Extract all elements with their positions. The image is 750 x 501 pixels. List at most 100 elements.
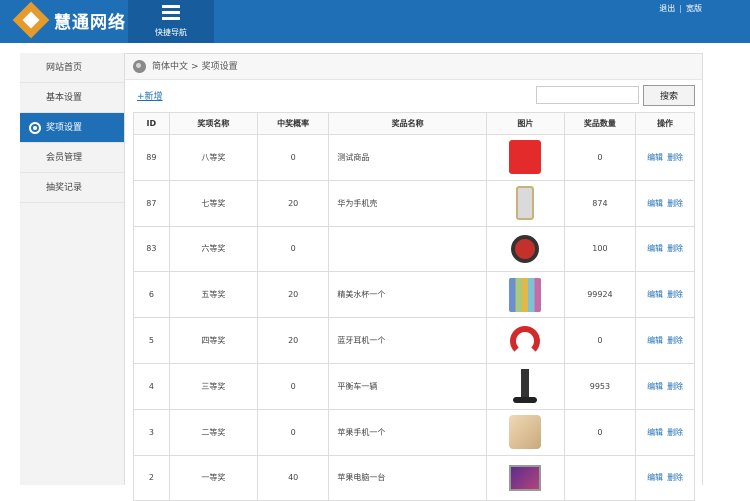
- edit-link[interactable]: 编辑: [647, 336, 663, 345]
- add-new-link[interactable]: +新增: [137, 89, 163, 102]
- edit-link[interactable]: 编辑: [647, 153, 663, 162]
- delete-link[interactable]: 删除: [667, 428, 683, 437]
- sidebar-item-basic-settings[interactable]: 基本设置: [20, 83, 124, 113]
- logo-mark-icon: [12, 1, 50, 39]
- cell-level: 四等奖: [168, 317, 258, 364]
- cell-image: [485, 454, 565, 501]
- cell-image: [485, 317, 565, 364]
- robot-vacuum-image: [511, 234, 540, 263]
- quick-nav-label: 快捷导航: [155, 28, 187, 37]
- prize-table: ID 奖项名称 中奖概率 奖品名称 图片 奖品数量 操作 89 八等奖 0 测试…: [133, 112, 695, 501]
- red-box-image: [509, 140, 542, 175]
- delete-link[interactable]: 删除: [667, 153, 683, 162]
- cell-probability: 20: [256, 179, 330, 227]
- cell-image: [485, 271, 565, 319]
- cell-actions: 编辑 删除: [635, 225, 695, 273]
- cell-image: [485, 225, 565, 273]
- breadcrumb: 简体中文 > 奖项设置: [125, 54, 702, 80]
- logo: 慧通网络: [12, 1, 126, 39]
- table-header-row: ID 奖项名称 中奖概率 奖品名称 图片 奖品数量 操作: [133, 112, 695, 135]
- sidebar-item-member-management[interactable]: 会员管理: [20, 143, 124, 173]
- cell-id: 89: [133, 134, 170, 181]
- cell-id: 87: [133, 179, 170, 227]
- table-row: 87 七等奖 20 华为手机壳 874 编辑 删除: [133, 179, 695, 227]
- cell-probability: 40: [256, 454, 330, 501]
- edit-link[interactable]: 编辑: [647, 244, 663, 253]
- delete-link[interactable]: 删除: [667, 290, 683, 299]
- delete-link[interactable]: 删除: [667, 336, 683, 345]
- sidebar-item-home[interactable]: 网站首页: [20, 53, 124, 83]
- gear-icon: [29, 122, 41, 134]
- cell-quantity: [563, 454, 637, 501]
- cell-prize: 精美水杯一个: [328, 271, 487, 319]
- delete-link[interactable]: 删除: [667, 244, 683, 253]
- cell-prize: 测试商品: [328, 134, 487, 181]
- cell-id: 5: [133, 317, 170, 364]
- cell-id: 6: [133, 271, 170, 319]
- column-header-image: 图片: [485, 112, 565, 135]
- cell-probability: 20: [256, 317, 330, 364]
- cell-id: 4: [133, 362, 170, 410]
- edit-link[interactable]: 编辑: [647, 473, 663, 482]
- brand-name: 慧通网络: [54, 12, 126, 33]
- cell-prize: 华为手机壳: [328, 179, 487, 227]
- top-bar: 慧通网络 快捷导航 退出 | 宽版: [0, 0, 750, 43]
- cell-level: 二等奖: [168, 408, 258, 456]
- column-header-level: 奖项名称: [168, 112, 258, 135]
- cell-quantity: 874: [563, 179, 637, 227]
- cell-level: 六等奖: [168, 225, 258, 273]
- breadcrumb-root[interactable]: 简体中文: [152, 54, 188, 80]
- search-input[interactable]: [536, 86, 639, 104]
- cell-quantity: 0: [563, 134, 637, 181]
- cell-quantity: 100: [563, 225, 637, 273]
- table-row: 4 三等奖 0 平衡车一辆 9953 编辑 删除: [133, 362, 695, 410]
- cell-id: 3: [133, 408, 170, 456]
- iphone-image: [509, 415, 542, 450]
- edit-link[interactable]: 编辑: [647, 199, 663, 208]
- edit-link[interactable]: 编辑: [647, 428, 663, 437]
- cell-image: [485, 134, 565, 181]
- cell-quantity: 0: [563, 317, 637, 364]
- sidebar-item-draw-records[interactable]: 抽奖记录: [20, 173, 124, 203]
- cell-prize: 蓝牙耳机一个: [328, 317, 487, 364]
- cell-prize: 苹果电脑一台: [328, 454, 487, 501]
- phone-case-image: [516, 186, 535, 221]
- cell-image: [485, 362, 565, 410]
- water-cups-image: [509, 277, 542, 312]
- sidebar-item-label: 基本设置: [46, 93, 83, 103]
- quick-nav-button[interactable]: 快捷导航: [128, 0, 214, 43]
- cell-actions: 编辑 删除: [635, 454, 695, 501]
- edit-link[interactable]: 编辑: [647, 382, 663, 391]
- delete-link[interactable]: 删除: [667, 473, 683, 482]
- cell-probability: 0: [256, 225, 330, 273]
- column-header-id: ID: [133, 112, 170, 135]
- cell-actions: 编辑 删除: [635, 271, 695, 319]
- cell-id: 2: [133, 454, 170, 501]
- column-header-quantity: 奖品数量: [563, 112, 637, 135]
- cell-probability: 0: [256, 408, 330, 456]
- menu-icon: [162, 5, 180, 20]
- column-header-actions: 操作: [635, 112, 695, 135]
- top-links: 退出 | 宽版: [659, 3, 702, 14]
- cell-level: 三等奖: [168, 362, 258, 410]
- table-row: 89 八等奖 0 测试商品 0 编辑 删除: [133, 134, 695, 181]
- cell-image: [485, 179, 565, 227]
- cell-prize: 苹果手机一个: [328, 408, 487, 456]
- link-divider: |: [679, 4, 682, 13]
- sidebar-item-label: 抽奖记录: [46, 183, 83, 193]
- logout-link[interactable]: 退出: [659, 4, 675, 13]
- delete-link[interactable]: 删除: [667, 199, 683, 208]
- cell-id: 83: [133, 225, 170, 273]
- cell-quantity: 99924: [563, 271, 637, 319]
- cell-probability: 20: [256, 271, 330, 319]
- widescreen-link[interactable]: 宽版: [686, 4, 702, 13]
- breadcrumb-separator: >: [191, 61, 199, 72]
- delete-link[interactable]: 删除: [667, 382, 683, 391]
- edit-link[interactable]: 编辑: [647, 290, 663, 299]
- search-button[interactable]: 搜索: [643, 85, 695, 106]
- sidebar-item-prize-settings[interactable]: 奖项设置: [20, 113, 124, 143]
- table-row: 6 五等奖 20 精美水杯一个 99924 编辑 删除: [133, 271, 695, 319]
- main-panel: 简体中文 > 奖项设置 +新增 搜索 ID 奖项名称 中奖概率 奖品名称 图片 …: [125, 53, 703, 501]
- cell-quantity: 9953: [563, 362, 637, 410]
- table-row: 2 一等奖 40 苹果电脑一台 编辑 删除: [133, 454, 695, 501]
